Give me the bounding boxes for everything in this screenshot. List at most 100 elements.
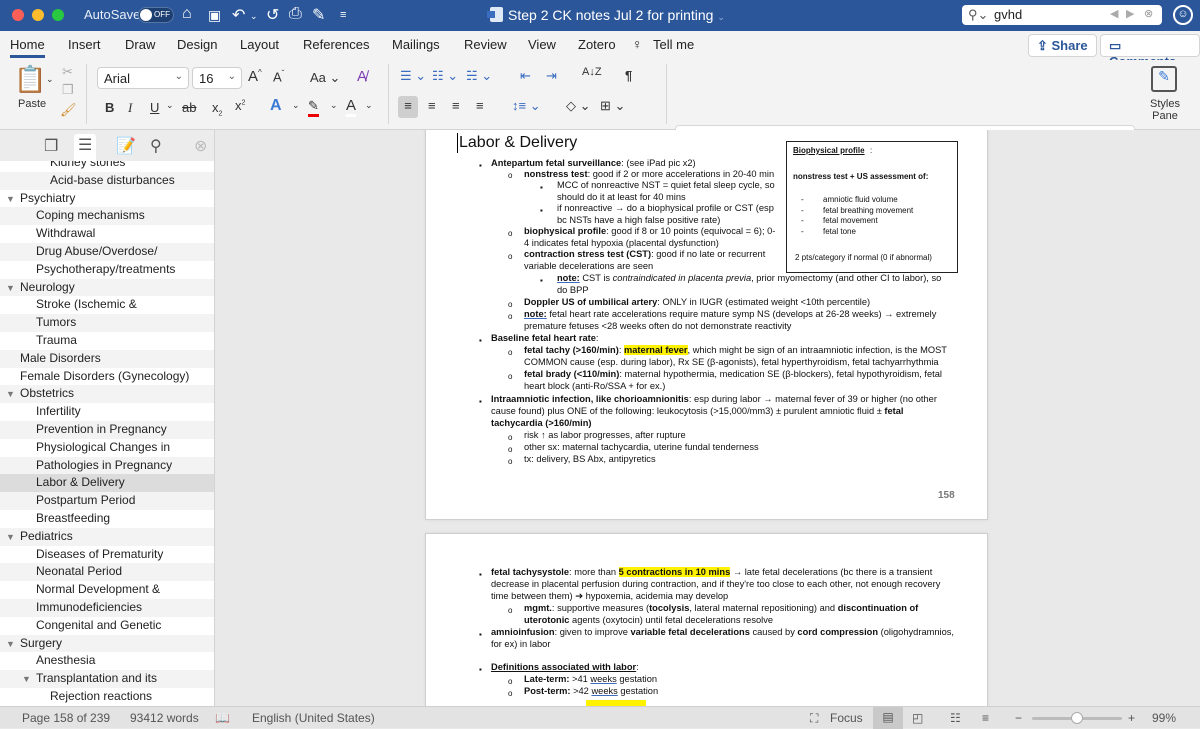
para-cst-note[interactable]: note: CST is contraindicated in placenta… xyxy=(557,273,941,285)
customize-toolbar-icon[interactable]: ≡ xyxy=(340,9,346,21)
para-intraamniotic-cont2[interactable]: tachycardia (>160/min) xyxy=(491,418,592,430)
para-post-term[interactable]: Post-term: >42 weeks gestation xyxy=(524,686,658,698)
bold-button[interactable]: B xyxy=(105,100,114,115)
outline-item[interactable]: Infertility xyxy=(0,403,214,421)
highlight-dropdown-icon[interactable]: ⌄ xyxy=(330,100,338,111)
para-tachysystole-cont[interactable]: decrease in placental perfusion during c… xyxy=(491,579,940,591)
increase-indent-icon[interactable]: ⇥ xyxy=(546,68,557,84)
para-risk[interactable]: risk ↑ as labor progresses, after ruptur… xyxy=(524,430,686,442)
outline-view-button[interactable]: ☷ xyxy=(950,711,961,725)
para-bpp[interactable]: biophysical profile: good if 8 or 10 poi… xyxy=(524,226,775,238)
font-color-icon[interactable]: A xyxy=(346,97,357,117)
para-intraamniotic-cont[interactable]: cause found) plus ONE of the following: … xyxy=(491,406,904,418)
proofing-icon[interactable]: 📖 xyxy=(215,711,230,725)
para-fhr-note[interactable]: note: fetal heart rate accelerations req… xyxy=(524,309,936,321)
align-right-button[interactable]: ≡ xyxy=(452,98,460,113)
zoom-slider[interactable] xyxy=(1032,712,1122,724)
bullets-icon[interactable]: ☰ ⌄ xyxy=(400,68,426,84)
para-nonreactive[interactable]: if nonreactive → do a biophysical profil… xyxy=(557,203,774,215)
search-icon[interactable]: ⚲ xyxy=(150,136,162,156)
outline-item[interactable]: Breastfeeding xyxy=(0,510,214,528)
align-center-button[interactable]: ≡ xyxy=(428,98,436,113)
clear-formatting-icon[interactable]: A̸ xyxy=(357,68,367,85)
outline-item[interactable]: Pathologies in Pregnancy xyxy=(0,456,214,475)
share-button[interactable]: ⇪ Share xyxy=(1028,34,1097,57)
para-fhr-note-cont[interactable]: premature fetuses <28 weeks often do not… xyxy=(524,321,791,333)
search-document-field[interactable]: ⚲⌄ gvhd ◀ ▶ ⊗ xyxy=(962,5,1162,25)
zoom-window-button[interactable] xyxy=(52,9,64,21)
outline-item[interactable]: Physiological Changes in xyxy=(0,439,214,457)
line-spacing-icon[interactable]: ↕≡ ⌄ xyxy=(512,98,541,114)
underline-button[interactable]: U xyxy=(150,100,159,115)
align-left-button[interactable]: ≡ xyxy=(398,96,418,118)
para-fetal-tachy[interactable]: fetal tachy (>160/min): maternal fever, … xyxy=(524,345,947,357)
next-result-icon[interactable]: ▶ xyxy=(1126,7,1134,20)
tab-insert[interactable]: Insert xyxy=(68,37,101,52)
para-nst[interactable]: nonstress test: good if 2 or more accele… xyxy=(524,169,774,181)
para-definitions[interactable]: Definitions associated with labor: xyxy=(491,662,639,674)
paste-label[interactable]: Paste xyxy=(18,98,46,110)
page-159[interactable]: ▪ fetal tachysystole: more than 5 contra… xyxy=(425,533,988,706)
web-layout-button[interactable]: ◰ xyxy=(912,711,923,725)
para-fetal-brady-cont[interactable]: heart block (anti-Ro/SSA + for ex.) xyxy=(524,381,665,393)
multilevel-list-icon[interactable]: ☵ ⌄ xyxy=(466,68,492,84)
tab-design[interactable]: Design xyxy=(177,37,217,52)
para-tachysystole[interactable]: fetal tachysystole: more than 5 contract… xyxy=(491,567,932,579)
tab-mailings[interactable]: Mailings xyxy=(392,37,440,52)
outline-item[interactable]: ▼ Pediatrics xyxy=(0,527,214,546)
outline-item[interactable]: ▼ Psychiatry xyxy=(0,190,214,208)
feedback-smiley-icon[interactable]: ☺ xyxy=(1173,5,1193,25)
outline-item[interactable]: Diseases of Prematurity xyxy=(0,546,214,564)
tab-tell-me[interactable]: Tell me xyxy=(653,37,694,52)
edit-icon[interactable]: ✎ xyxy=(312,5,325,25)
para-tx[interactable]: tx: delivery, BS Abx, antipyretics xyxy=(524,454,656,466)
zoom-level[interactable]: 99% xyxy=(1152,711,1176,725)
para-tachysystole-cont2[interactable]: time between them) ➔ hypoxemia, acidemia… xyxy=(491,591,728,603)
outline-item[interactable]: Male Disorders xyxy=(0,349,214,368)
tab-zotero[interactable]: Zotero xyxy=(578,37,616,52)
disclosure-triangle-icon[interactable]: ▼ xyxy=(6,386,20,404)
para-cst-cont[interactable]: variable decelerations are seen xyxy=(524,261,653,273)
clear-search-icon[interactable]: ⊗ xyxy=(1144,7,1153,20)
document-edit-icon[interactable]: 📝 xyxy=(116,136,136,156)
font-size-select[interactable]: 16 ⌄ xyxy=(192,67,242,89)
show-formatting-icon[interactable]: ¶ xyxy=(625,68,632,83)
para-late-term[interactable]: Late-term: >41 weeks gestation xyxy=(524,674,657,686)
close-pane-icon[interactable]: ⊗ xyxy=(194,136,207,156)
outline-item[interactable]: Drug Abuse/Overdose/ xyxy=(0,242,214,261)
tab-references[interactable]: References xyxy=(303,37,369,52)
para-fetal-brady[interactable]: fetal brady (<110/min): maternal hypothe… xyxy=(524,369,942,381)
cut-icon[interactable]: ✂ xyxy=(62,64,73,80)
language[interactable]: English (United States) xyxy=(252,711,375,725)
paste-icon[interactable]: 📋 xyxy=(14,64,46,95)
para-mgmt-cont[interactable]: uterotonic agents (oxytocin) until fetal… xyxy=(524,615,773,627)
outline-item[interactable]: Coping mechanisms xyxy=(0,207,214,226)
outline-item[interactable]: Postpartum Period xyxy=(0,492,214,510)
minimize-window-button[interactable] xyxy=(32,9,44,21)
search-input[interactable]: gvhd xyxy=(994,7,1022,22)
thumbnails-icon[interactable]: ❐ xyxy=(44,136,58,156)
outline-item[interactable]: Psychotherapy/treatments xyxy=(0,261,214,279)
para-doppler[interactable]: Doppler US of umbilical artery: ONLY in … xyxy=(524,297,870,309)
styles-pane-label[interactable]: Styles Pane xyxy=(1147,98,1183,122)
para-bpp-cont[interactable]: 4 indicates fetal hypoxia (placental dys… xyxy=(524,238,719,250)
comments-button[interactable]: ▭ Comments xyxy=(1100,34,1200,69)
undo-icon[interactable]: ↶ xyxy=(232,5,245,25)
para-amnioinfusion-cont[interactable]: for ex) in labor xyxy=(491,639,550,651)
disclosure-triangle-icon[interactable]: ▼ xyxy=(22,671,36,689)
underline-dropdown-icon[interactable]: ⌄ xyxy=(166,100,174,111)
para-other-sx[interactable]: other sx: maternal tachycardia, uterine … xyxy=(524,442,759,454)
outline-item[interactable]: Female Disorders (Gynecology) xyxy=(0,368,214,386)
sort-icon[interactable]: A↓Z xyxy=(582,66,602,78)
outline-item[interactable]: Tumors xyxy=(0,314,214,332)
para-intraamniotic[interactable]: Intraamniotic infection, like chorioamni… xyxy=(491,394,937,406)
zoom-out-button[interactable]: − xyxy=(1015,711,1022,725)
font-name-select[interactable]: Arial ⌄ xyxy=(97,67,189,89)
previous-result-icon[interactable]: ◀ xyxy=(1110,7,1118,20)
outline-item[interactable]: Trauma xyxy=(0,332,214,350)
outline-item[interactable]: Immunodeficiencies xyxy=(0,598,214,617)
outline-item[interactable]: Rejection reactions xyxy=(0,688,214,706)
shrink-font-icon[interactable]: Aˇ xyxy=(273,69,284,84)
document-canvas[interactable]: Labor & Delivery ▪ Antepartum fetal surv… xyxy=(216,130,1200,706)
text-effects-dropdown-icon[interactable]: ⌄ xyxy=(292,100,300,111)
